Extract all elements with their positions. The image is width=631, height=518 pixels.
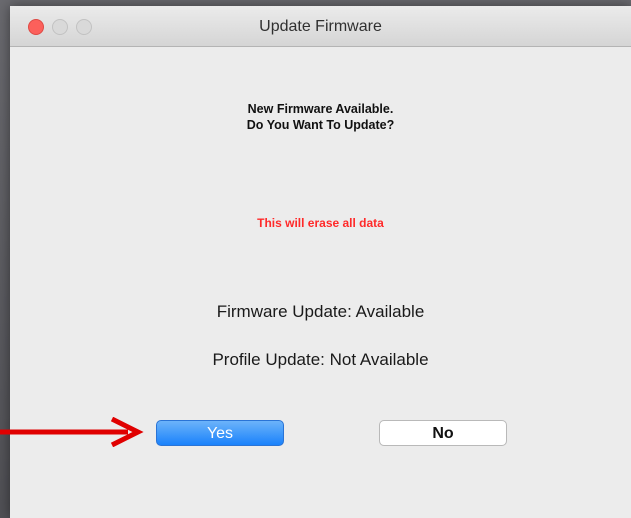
window-title: Update Firmware: [259, 18, 382, 35]
yes-button[interactable]: Yes: [156, 420, 284, 446]
no-button[interactable]: No: [379, 420, 507, 446]
arrow-right-icon: [0, 417, 144, 447]
title-bar[interactable]: Update Firmware: [10, 6, 631, 47]
firmware-update-status: Firmware Update: Available: [216, 302, 425, 321]
firmware-prompt-line2: Do You Want To Update?: [246, 118, 395, 132]
dialog-content: New Firmware Available. Do You Want To U…: [10, 47, 631, 518]
firmware-prompt-line1: New Firmware Available.: [247, 102, 394, 116]
firmware-prompt: New Firmware Available. Do You Want To U…: [10, 101, 631, 133]
erase-warning: This will erase all data: [257, 216, 384, 230]
profile-update-status: Profile Update: Not Available: [212, 350, 429, 369]
